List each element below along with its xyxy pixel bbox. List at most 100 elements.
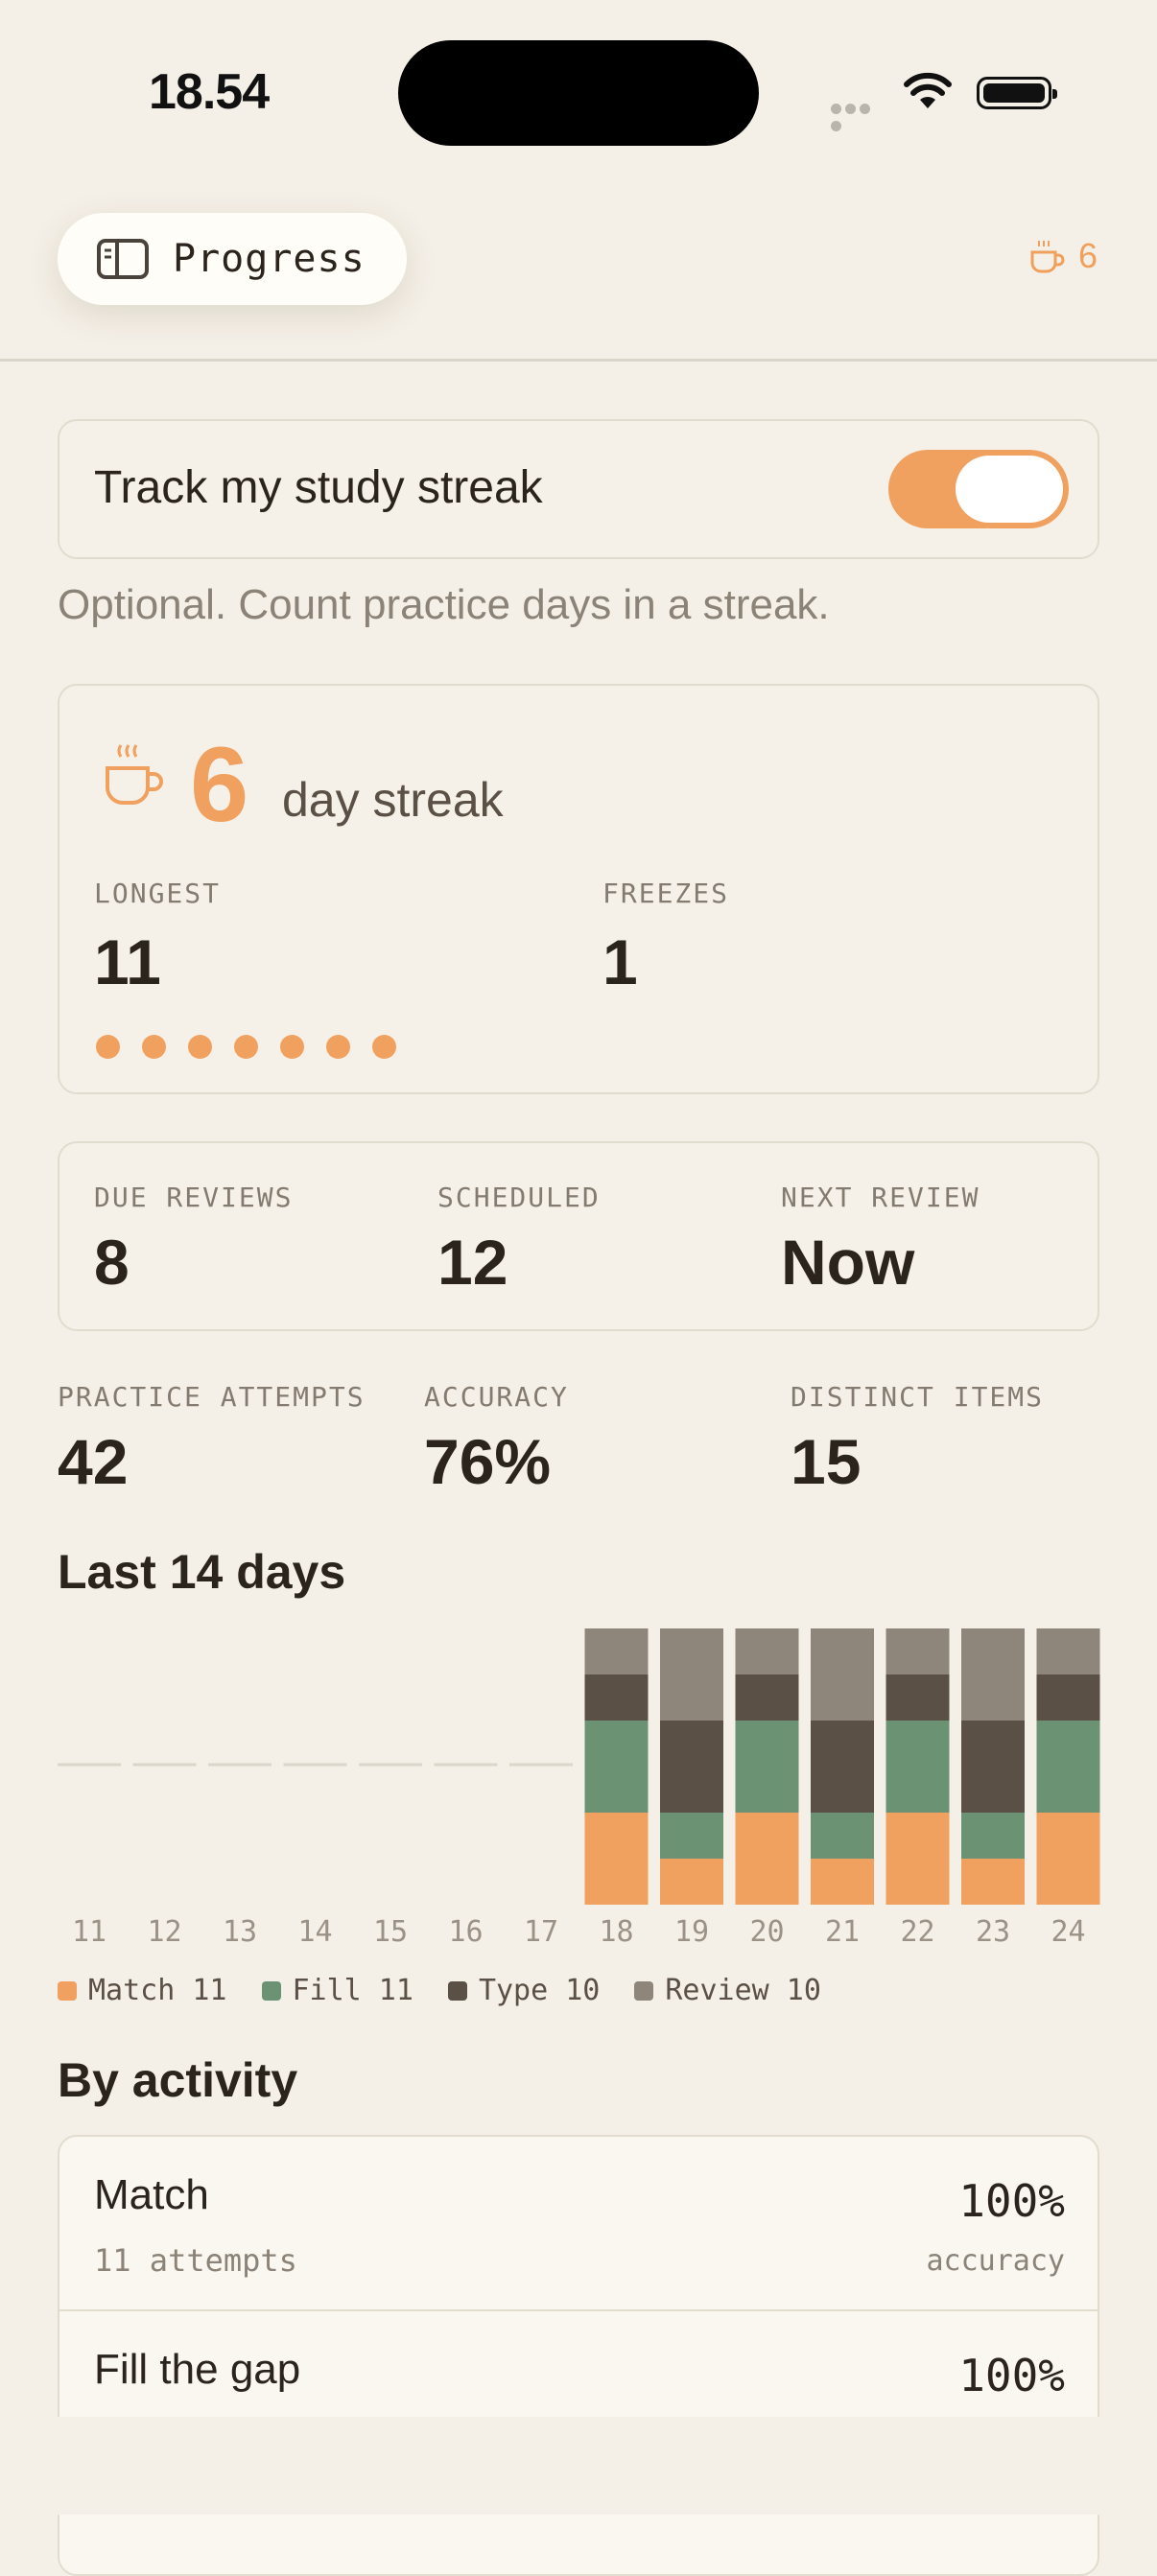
bar-segment-review	[660, 1628, 723, 1721]
attempts-value: 42	[58, 1426, 129, 1497]
streak-dot	[96, 1035, 120, 1059]
bar-segment-match	[735, 1813, 799, 1905]
activity-accuracy-value: 100%	[958, 2175, 1065, 2227]
toggle-hint: Optional. Count practice days in a strea…	[58, 581, 830, 628]
freezes-value: 1	[602, 926, 638, 997]
x-tick-label: 12	[147, 1915, 181, 1949]
streak-dot	[142, 1035, 166, 1059]
x-tick-label: 24	[1051, 1915, 1085, 1949]
next-review-label: NEXT REVIEW	[781, 1182, 980, 1213]
bar-segment-review	[811, 1628, 874, 1721]
status-time: 18.54	[149, 64, 270, 120]
streak-dot	[234, 1035, 258, 1059]
bar-segment-match	[961, 1859, 1025, 1905]
activity-row[interactable]: Match 11 attempts 100% accuracy	[59, 2137, 1098, 2311]
streak-dot	[188, 1035, 212, 1059]
sidebar-toggle-button[interactable]: Progress	[58, 213, 407, 305]
streak-toggle-row: Track my study streak	[58, 419, 1099, 559]
bar-segment-type	[584, 1674, 649, 1721]
divider	[0, 359, 1157, 362]
x-tick-label: 16	[448, 1915, 483, 1949]
x-tick-label: 13	[223, 1915, 257, 1949]
sidebar-icon	[97, 239, 149, 279]
legend-swatch	[447, 1980, 467, 2001]
battery-icon	[977, 77, 1057, 109]
bar-segment-fill	[584, 1721, 649, 1813]
x-tick-label: 15	[373, 1915, 408, 1949]
bottom-bar	[0, 2417, 1157, 2515]
streak-dots	[96, 1035, 418, 1059]
streak-dot	[372, 1035, 396, 1059]
bar-segment-type	[961, 1721, 1025, 1813]
bar-segment-type	[885, 1674, 950, 1721]
bar-segment-match	[660, 1859, 723, 1905]
legend-label: Review 10	[665, 1974, 821, 2007]
activity-accuracy-value: 100%	[958, 2350, 1065, 2401]
scheduled-label: SCHEDULED	[437, 1182, 601, 1213]
streak-indicator: 6	[1028, 236, 1098, 276]
activity-accuracy-label: accuracy	[926, 2244, 1066, 2278]
bar-segment-review	[885, 1628, 950, 1674]
reviews-card: DUE REVIEWS 8 SCHEDULED 12 NEXT REVIEW N…	[58, 1141, 1099, 1331]
bar-segment-type	[811, 1721, 874, 1813]
legend-item-match: Match 11	[58, 1974, 227, 2007]
next-review-value: Now	[781, 1227, 915, 1298]
activity-chart: 11 12 13 14 15 16 17 18 19 20 21 22 23 24	[58, 1628, 1100, 1949]
legend-swatch	[634, 1980, 654, 2001]
page-title: Progress	[173, 237, 366, 281]
distinct-items-value: 15	[791, 1426, 862, 1497]
x-tick-label: 14	[297, 1915, 332, 1949]
activity-attempts: 11 attempts	[94, 2242, 297, 2279]
bar-segment-fill	[1036, 1721, 1100, 1813]
chart-title: Last 14 days	[58, 1545, 346, 1599]
cellular-signal-icon	[831, 102, 886, 131]
accuracy-value: 76%	[424, 1426, 552, 1497]
bar-segment-match	[811, 1859, 874, 1905]
x-tick-label: 19	[674, 1915, 709, 1949]
bar-segment-fill	[885, 1721, 950, 1813]
freezes-label: FREEZES	[602, 878, 730, 909]
streak-unit: day streak	[282, 773, 504, 827]
x-tick-label: 11	[72, 1915, 106, 1949]
legend-item-review: Review 10	[634, 1974, 821, 2007]
coffee-cup-icon	[1030, 241, 1065, 273]
accuracy-label: ACCURACY	[424, 1381, 569, 1413]
legend-swatch	[261, 1980, 281, 2001]
streak-count: 6	[1077, 236, 1098, 275]
streak-dot	[326, 1035, 350, 1059]
bar-segment-review	[735, 1628, 799, 1674]
longest-value: 11	[94, 926, 161, 997]
legend-label: Fill 11	[292, 1974, 413, 2007]
bar-segment-match	[1036, 1813, 1100, 1905]
toggle-label: Track my study streak	[94, 462, 543, 513]
bar-segment-fill	[660, 1813, 723, 1859]
streak-toggle-switch[interactable]	[888, 450, 1069, 528]
activity-name: Fill the gap	[94, 2346, 301, 2393]
bar-segment-review	[1036, 1628, 1100, 1674]
distinct-items-label: DISTINCT ITEMS	[791, 1381, 1045, 1413]
bar-segment-type	[735, 1674, 799, 1721]
bar-segment-type	[1036, 1674, 1100, 1721]
due-reviews-label: DUE REVIEWS	[94, 1182, 294, 1213]
legend-label: Match 11	[88, 1974, 227, 2007]
scheduled-value: 12	[437, 1227, 508, 1298]
activity-section-title: By activity	[58, 2053, 298, 2107]
chart-legend: Match 11 Fill 11 Type 10 Review 10	[58, 1974, 856, 2007]
coffee-cup-icon	[106, 744, 163, 805]
bar-segment-match	[584, 1813, 649, 1905]
bar-segment-type	[660, 1721, 723, 1813]
x-tick-label: 21	[825, 1915, 860, 1949]
bar-segment-fill	[961, 1813, 1025, 1859]
legend-item-type: Type 10	[447, 1974, 600, 2007]
wifi-icon	[904, 72, 952, 110]
x-tick-label: 18	[599, 1915, 633, 1949]
bar-segment-review	[584, 1628, 649, 1674]
legend-swatch	[58, 1980, 77, 2001]
longest-label: LONGEST	[94, 878, 222, 909]
streak-card: 6 day streak LONGEST 11 FREEZES 1	[58, 684, 1099, 1094]
streak-dot	[280, 1035, 304, 1059]
bar-segment-match	[885, 1813, 950, 1905]
streak-value: 6	[190, 726, 249, 844]
dynamic-island	[398, 40, 759, 146]
x-tick-label: 17	[524, 1915, 558, 1949]
